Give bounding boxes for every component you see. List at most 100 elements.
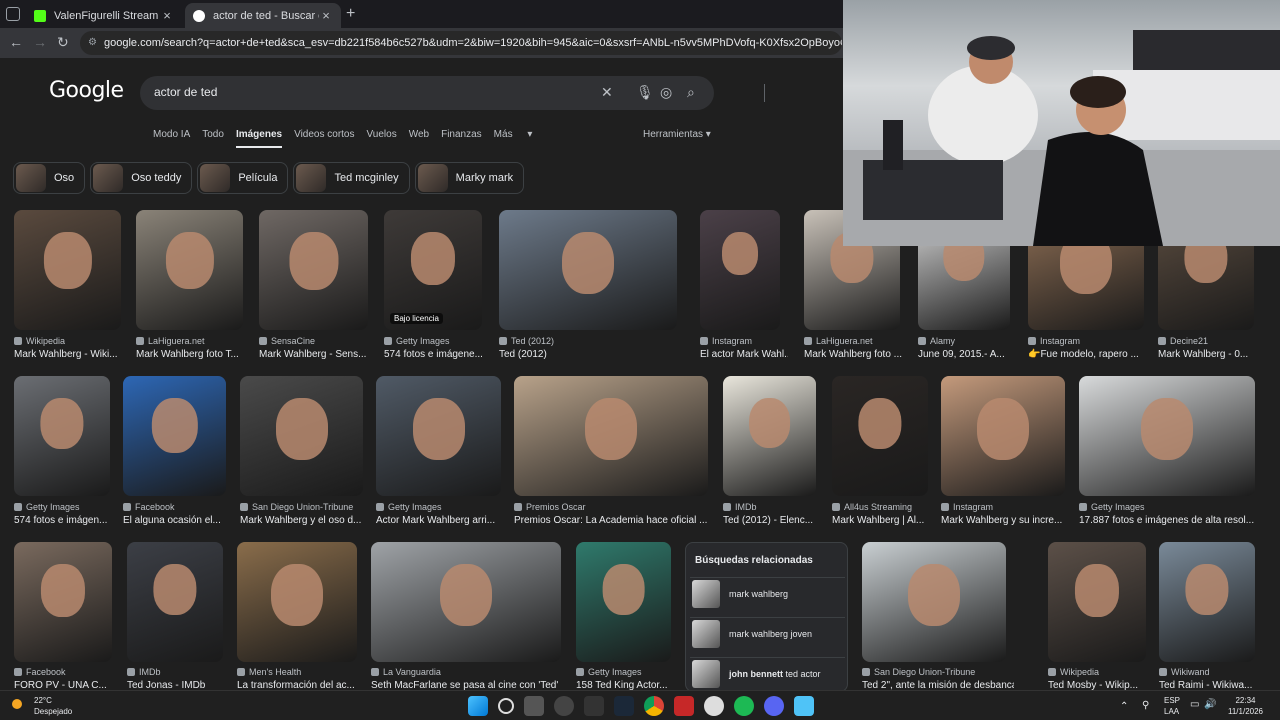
search-input[interactable]: actor de ted ✕ 🎙 ◎ ⌕ bbox=[140, 76, 765, 110]
chip-oso[interactable]: Oso bbox=[13, 162, 86, 194]
notepad-icon[interactable] bbox=[794, 696, 814, 716]
start-icon[interactable] bbox=[468, 696, 488, 716]
tab-mas[interactable]: Más ▾ bbox=[494, 129, 533, 148]
image-caption[interactable]: LaHiguera.net Mark Wahlberg foto T... bbox=[136, 336, 251, 360]
image-caption[interactable]: Getty Images 574 fotos e imágene... bbox=[384, 336, 490, 360]
tab-todo[interactable]: Todo bbox=[202, 129, 224, 148]
github-icon[interactable] bbox=[704, 696, 724, 716]
image-result[interactable] bbox=[499, 210, 677, 330]
image-caption[interactable]: Alamy June 09, 2015.- A... bbox=[918, 336, 1018, 360]
clear-icon[interactable]: ✕ bbox=[601, 84, 613, 101]
image-result[interactable] bbox=[376, 376, 501, 496]
image-result[interactable] bbox=[723, 376, 816, 496]
image-caption[interactable]: Getty Images 574 fotos e imágen... bbox=[14, 502, 118, 526]
related-item[interactable]: mark wahlberg bbox=[690, 577, 845, 609]
google-logo[interactable]: Google bbox=[49, 78, 124, 103]
image-result[interactable] bbox=[1079, 376, 1255, 496]
app-red-icon[interactable] bbox=[674, 696, 694, 716]
image-result[interactable] bbox=[240, 376, 363, 496]
related-item[interactable]: john bennett ted actor bbox=[690, 657, 845, 689]
close-tab-icon[interactable]: × bbox=[160, 8, 174, 23]
image-result[interactable] bbox=[941, 376, 1065, 496]
image-caption[interactable]: Instagram 👉Fue modelo, rapero ... bbox=[1028, 336, 1152, 360]
image-result[interactable] bbox=[371, 542, 561, 662]
tools-button[interactable]: Herramientas ▾ bbox=[643, 129, 711, 140]
image-caption[interactable]: Ted (2012) Ted (2012) bbox=[499, 336, 685, 360]
discord-icon[interactable] bbox=[764, 696, 784, 716]
image-result[interactable] bbox=[127, 542, 223, 662]
tab-videos-cortos[interactable]: Videos cortos bbox=[294, 129, 354, 148]
clock[interactable]: 22:34 11/1/2026 bbox=[1228, 695, 1263, 717]
microphone-icon[interactable]: 🎙 bbox=[636, 84, 654, 101]
image-result[interactable] bbox=[123, 376, 226, 496]
image-caption[interactable]: IMDb Ted (2012) - Elenc... bbox=[723, 502, 824, 526]
image-caption[interactable]: San Diego Union-Tribune Mark Wahlberg y e… bbox=[240, 502, 371, 526]
chrome-icon[interactable] bbox=[644, 696, 664, 716]
task-view-icon[interactable] bbox=[524, 696, 544, 716]
lens-icon[interactable]: ◎ bbox=[660, 84, 672, 101]
image-caption[interactable]: Getty Images 17.887 fotos e imágenes de a… bbox=[1079, 502, 1263, 526]
spotify-icon[interactable] bbox=[734, 696, 754, 716]
image-caption[interactable]: Wikipedia Ted Mosby - Wikip... bbox=[1048, 667, 1154, 691]
chip-oso-teddy[interactable]: Oso teddy bbox=[90, 162, 193, 194]
image-result[interactable] bbox=[14, 376, 110, 496]
image-result[interactable] bbox=[700, 210, 780, 330]
tab-imagenes[interactable]: Imágenes bbox=[235, 129, 283, 148]
weather-widget[interactable]: 22°C Despejado bbox=[12, 695, 72, 717]
back-icon[interactable]: ← bbox=[9, 34, 23, 50]
image-caption[interactable]: San Diego Union-Tribune Ted 2", ante la m… bbox=[862, 667, 1014, 691]
image-caption[interactable]: LaHiguera.net Mark Wahlberg foto ... bbox=[804, 336, 908, 360]
image-caption[interactable]: Wikiwand Ted Raimi - Wikiwa... bbox=[1159, 667, 1263, 691]
forward-icon[interactable]: → bbox=[33, 34, 47, 50]
image-caption[interactable]: All4us Streaming Mark Wahlberg | Al... bbox=[832, 502, 936, 526]
image-caption[interactable]: La Vanguardia Seth MacFarlane se pasa al … bbox=[371, 667, 569, 691]
image-result[interactable] bbox=[136, 210, 243, 330]
search-icon[interactable]: ⌕ bbox=[687, 84, 695, 101]
tab-search-icon[interactable] bbox=[6, 7, 20, 21]
image-caption[interactable]: Facebook FORO PV - UNA C... bbox=[14, 667, 120, 691]
epic-games-icon[interactable] bbox=[584, 696, 604, 716]
image-caption[interactable]: IMDb Ted Jonas - IMDb bbox=[127, 667, 231, 691]
chip-ted-mcginley[interactable]: Ted mcginley bbox=[293, 162, 410, 194]
image-result[interactable] bbox=[862, 542, 1006, 662]
chevron-up-icon[interactable]: ⌃ bbox=[1120, 701, 1128, 712]
image-result[interactable] bbox=[1159, 542, 1255, 662]
image-caption[interactable]: Wikipedia Mark Wahlberg - Wiki... bbox=[14, 336, 129, 360]
image-caption[interactable]: Premios Oscar Premios Oscar: La Academia … bbox=[514, 502, 716, 526]
image-caption[interactable]: SensaCine Mark Wahlberg - Sens... bbox=[259, 336, 376, 360]
site-info-icon[interactable]: ⚙ bbox=[88, 31, 97, 55]
image-result[interactable] bbox=[237, 542, 357, 662]
url-field[interactable]: ⚙ google.com/search?q=actor+de+ted&sca_e… bbox=[80, 31, 842, 55]
tab-google-search[interactable]: actor de ted - Buscar con Google × bbox=[185, 3, 341, 28]
image-caption[interactable]: Instagram El actor Mark Wahl... bbox=[700, 336, 788, 360]
image-caption[interactable]: Getty Images Actor Mark Wahlberg arri... bbox=[376, 502, 509, 526]
search-icon[interactable] bbox=[498, 698, 514, 714]
chip-pelicula[interactable]: Película bbox=[197, 162, 289, 194]
browser-icon[interactable] bbox=[554, 696, 574, 716]
image-caption[interactable]: Men's Health La transformación del ac... bbox=[237, 667, 365, 691]
tab-vuelos[interactable]: Vuelos bbox=[366, 129, 396, 148]
close-tab-icon[interactable]: × bbox=[319, 8, 333, 23]
image-result[interactable] bbox=[514, 376, 708, 496]
image-result[interactable]: Bajo licencia bbox=[384, 210, 482, 330]
steam-icon[interactable] bbox=[614, 696, 634, 716]
image-caption[interactable]: Decine21 Mark Wahlberg - 0... bbox=[1158, 336, 1262, 360]
image-caption[interactable]: Getty Images 158 Ted King Actor... bbox=[576, 667, 679, 691]
image-result[interactable] bbox=[576, 542, 671, 662]
image-result[interactable] bbox=[14, 542, 112, 662]
image-caption[interactable]: Facebook El alguna ocasión el... bbox=[123, 502, 234, 526]
image-result[interactable] bbox=[14, 210, 121, 330]
image-result[interactable] bbox=[259, 210, 368, 330]
photo-subject bbox=[1185, 563, 1229, 616]
image-result[interactable] bbox=[1048, 542, 1146, 662]
image-caption[interactable]: Instagram Mark Wahlberg y su incre... bbox=[941, 502, 1073, 526]
tab-valenfigurelli[interactable]: ValenFigurelli Stream - Watch Live × bbox=[26, 3, 182, 28]
chip-marky-mark[interactable]: Marky mark bbox=[414, 162, 525, 194]
tab-modo-ia[interactable]: Modo IA bbox=[153, 129, 190, 148]
image-result[interactable] bbox=[832, 376, 928, 496]
tab-finanzas[interactable]: Finanzas bbox=[441, 129, 482, 148]
reload-icon[interactable]: ↻ bbox=[57, 34, 69, 51]
plus-icon[interactable]: + bbox=[346, 5, 355, 23]
tab-web[interactable]: Web bbox=[409, 129, 429, 148]
related-item[interactable]: mark wahlberg joven bbox=[690, 617, 845, 649]
